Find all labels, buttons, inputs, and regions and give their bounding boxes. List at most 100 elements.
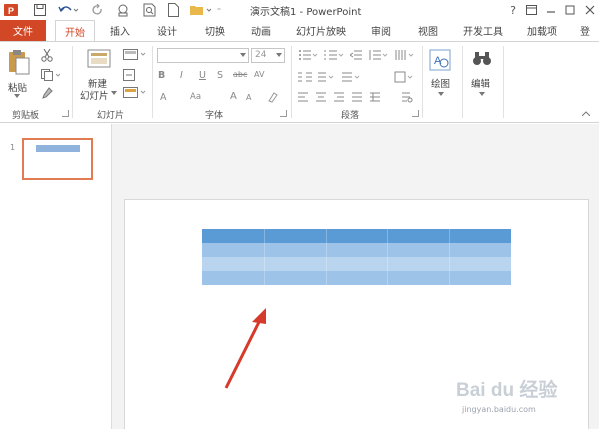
thumbnail-table-preview — [36, 145, 80, 152]
paste-icon[interactable] — [6, 47, 32, 77]
text-direction-icon[interactable] — [393, 48, 415, 62]
paste-dropdown-icon[interactable] — [12, 92, 22, 100]
ribbon: 粘贴 剪贴板 新建 幻灯片 幻灯片 24 B I U S abc AV A Aa — [0, 41, 599, 123]
table-row[interactable] — [202, 243, 511, 257]
open-folder-icon[interactable] — [189, 2, 213, 18]
powerpoint-logo-icon[interactable]: P — [3, 2, 19, 18]
table-column-divider — [449, 229, 450, 285]
slide-thumbnail-pane[interactable]: 1 — [0, 124, 112, 429]
collapse-ribbon-icon[interactable] — [580, 108, 592, 118]
layout-icon[interactable] — [122, 48, 148, 62]
print-preview-icon[interactable] — [141, 2, 157, 18]
font-size-value: 24 — [255, 50, 267, 60]
font-launcher-icon[interactable] — [280, 110, 287, 117]
group-divider — [291, 46, 292, 118]
svg-text:P: P — [8, 6, 14, 16]
clipboard-launcher-icon[interactable] — [62, 110, 69, 117]
table-column-divider — [264, 229, 265, 285]
tab-design[interactable]: 设计 — [150, 20, 184, 41]
help-button[interactable]: ? — [505, 2, 521, 18]
tab-slideshow[interactable]: 幻灯片放映 — [290, 20, 352, 41]
table-column-divider — [326, 229, 327, 285]
format-painter-icon[interactable] — [40, 86, 54, 100]
line-spacing-icon[interactable] — [367, 48, 389, 62]
group-divider — [72, 46, 73, 118]
italic-button[interactable]: I — [180, 70, 183, 81]
smartart-icon[interactable] — [393, 70, 415, 84]
drawing-label[interactable]: 绘图 — [431, 76, 450, 90]
new-slide-label-2[interactable]: 幻灯片 — [80, 88, 109, 102]
tab-signin[interactable]: 登 — [580, 20, 599, 41]
editing-dropdown-icon[interactable] — [478, 90, 486, 98]
table-row[interactable] — [202, 271, 511, 285]
table-row[interactable] — [202, 257, 511, 271]
new-slide-icon[interactable] — [86, 47, 112, 71]
customize-icon[interactable]: ⁼ — [214, 2, 224, 18]
copy-icon[interactable] — [40, 68, 62, 82]
align-text-icon[interactable] — [340, 70, 362, 84]
underline-button[interactable]: U — [199, 70, 206, 81]
maximize-icon[interactable] — [562, 2, 578, 18]
group-divider — [462, 46, 463, 118]
window-title: 演示文稿1 - PowerPoint — [250, 7, 362, 18]
tab-view[interactable]: 视图 — [411, 20, 445, 41]
table-column-divider — [387, 229, 388, 285]
slide-thumbnail[interactable] — [22, 138, 93, 180]
slides-group-label: 幻灯片 — [97, 111, 125, 121]
alignment-buttons[interactable] — [297, 90, 397, 104]
redo-icon[interactable] — [91, 2, 105, 18]
close-icon[interactable] — [582, 2, 598, 18]
save-icon[interactable] — [32, 2, 48, 18]
shadow-button[interactable]: S — [217, 70, 223, 81]
increase-font-button[interactable]: A — [230, 91, 237, 102]
font-group-label: 字体 — [205, 111, 224, 121]
baidu-watermark-logo: Bai du 经验 — [456, 380, 558, 401]
section-icon[interactable] — [122, 86, 148, 100]
tab-developer[interactable]: 开发工具 — [458, 20, 508, 41]
clipboard-group-label: 剪贴板 — [12, 111, 40, 121]
group-divider — [422, 46, 423, 118]
tab-file[interactable]: 文件 — [0, 20, 46, 41]
find-binoculars-icon[interactable] — [471, 48, 493, 70]
group-divider — [152, 46, 153, 118]
reset-icon[interactable] — [122, 68, 136, 82]
font-size-select[interactable]: 24 — [251, 48, 285, 63]
paragraph-settings-icon[interactable] — [400, 90, 414, 104]
ribbon-tabs: 文件 开始 插入 设计 切换 动画 幻灯片放映 审阅 视图 开发工具 加载项 登 — [0, 20, 599, 42]
paragraph-launcher-icon[interactable] — [412, 110, 419, 117]
tab-transitions[interactable]: 切换 — [198, 20, 232, 41]
tab-review[interactable]: 审阅 — [364, 20, 398, 41]
numbering-icon[interactable] — [323, 48, 345, 62]
table-row[interactable] — [202, 229, 511, 243]
repeat-icon[interactable] — [115, 2, 131, 18]
slide-number: 1 — [10, 143, 16, 152]
new-slide-dropdown-icon[interactable] — [110, 89, 118, 97]
cut-icon[interactable] — [40, 48, 54, 62]
title-bar: P ⁼ 演示文稿1 - PowerPoint ? — [0, 0, 599, 20]
tab-addins[interactable]: 加载项 — [522, 20, 562, 41]
clear-formatting-icon[interactable] — [266, 90, 280, 104]
font-color-button[interactable]: A — [160, 92, 167, 103]
bold-button[interactable]: B — [158, 70, 165, 81]
undo-icon[interactable] — [56, 2, 80, 18]
columns-icon[interactable] — [297, 70, 337, 84]
slide-table[interactable] — [202, 229, 511, 285]
drawing-shapes-icon[interactable]: A — [428, 48, 454, 72]
strikethrough-button[interactable]: abc — [233, 70, 247, 79]
decrease-font-button[interactable]: A — [246, 93, 251, 102]
tab-insert[interactable]: 插入 — [103, 20, 137, 41]
new-icon[interactable] — [166, 2, 180, 18]
group-divider — [503, 46, 504, 118]
editing-label[interactable]: 编辑 — [471, 76, 490, 90]
char-spacing-button[interactable]: AV — [254, 70, 264, 79]
change-case-button[interactable]: Aa — [190, 92, 201, 102]
baidu-watermark-url: jingyan.baidu.com — [462, 405, 536, 414]
bullets-icon[interactable] — [297, 48, 319, 62]
minimize-icon[interactable] — [543, 2, 559, 18]
restore-icon[interactable] — [523, 2, 539, 18]
font-family-select[interactable] — [157, 48, 249, 63]
decrease-indent-icon[interactable] — [349, 48, 363, 62]
drawing-dropdown-icon[interactable] — [437, 90, 445, 98]
tab-animations[interactable]: 动画 — [244, 20, 278, 41]
tab-home[interactable]: 开始 — [55, 20, 95, 42]
